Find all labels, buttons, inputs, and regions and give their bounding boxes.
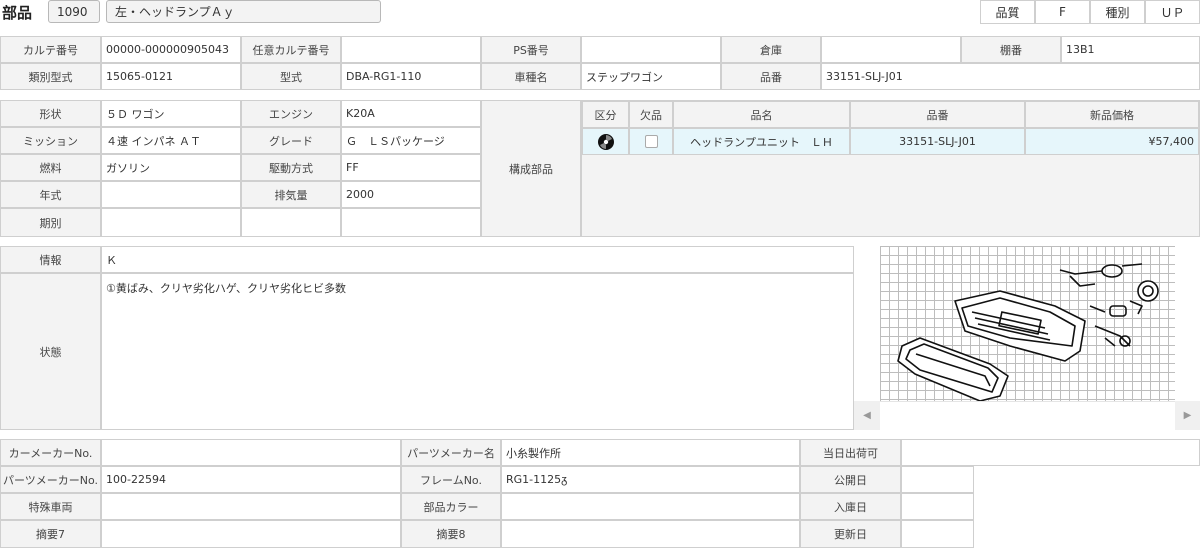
missing-checkbox[interactable]	[644, 135, 658, 148]
image-scroll-right-button[interactable]: ▶	[1175, 401, 1200, 430]
ps-value	[581, 36, 721, 63]
col-price: 新品価格	[1025, 101, 1199, 128]
today-ship-label: 当日出荷可	[800, 439, 901, 466]
shape-label: 形状	[0, 100, 101, 127]
quality-value: F	[1035, 0, 1090, 24]
part-diagram-image[interactable]	[880, 246, 1175, 401]
image-scroll-track[interactable]	[880, 401, 1175, 430]
parts-maker-no-label: パーツメーカーNo.	[0, 466, 101, 493]
displacement-value: 2000	[341, 181, 481, 208]
ruibetsu-value: 15065-0121	[101, 63, 241, 90]
katashiki-label: 型式	[241, 63, 341, 90]
parts-maker-name-value: 小糸製作所	[501, 439, 800, 466]
year-label: 年式	[0, 181, 101, 208]
type-value: ＵＰ	[1145, 0, 1200, 24]
shelf-value: 13B1	[1061, 36, 1200, 63]
displacement-label: 排気量	[241, 181, 341, 208]
year-value	[101, 181, 241, 208]
part-color-label: 部品カラー	[401, 493, 501, 520]
fuel-value: ガソリン	[101, 154, 241, 181]
ruibetsu-label: 類別型式	[0, 63, 101, 90]
headlamp-diagram	[897, 263, 1159, 401]
frame-value: RG1-1125ᵹ	[501, 466, 800, 493]
period-value	[101, 208, 241, 237]
parts-maker-name-label: パーツメーカー名	[401, 439, 501, 466]
period-label: 期別	[0, 208, 101, 237]
page-title: 部品	[2, 4, 33, 22]
warehouse-label: 倉庫	[721, 36, 821, 63]
drive-label: 駆動方式	[241, 154, 341, 181]
hinban-value: 33151-SLJ-J01	[821, 63, 1200, 90]
table-row-number: 33151-SLJ-J01	[850, 128, 1025, 155]
car-value: ステップワゴン	[581, 63, 721, 90]
mission-value: ４速 インパネ ＡＴ	[101, 127, 241, 154]
col-hinmei: 品名	[673, 101, 850, 128]
car-label: 車種名	[481, 63, 581, 90]
shelf-label: 棚番	[961, 36, 1061, 63]
col-hinban: 品番	[850, 101, 1025, 128]
table-row-price: ¥57,400	[1025, 128, 1199, 155]
col-kubun: 区分	[582, 101, 629, 128]
disc-icon	[597, 133, 614, 150]
nini-value	[341, 36, 481, 63]
car-maker-label: カーメーカーNo.	[0, 439, 101, 466]
nini-label: 任意カルテ番号	[241, 36, 341, 63]
info-value: Ｋ	[101, 246, 854, 273]
type-label: 種別	[1090, 0, 1145, 24]
table-row-keppin	[629, 128, 673, 155]
state-value: ①黄ばみ、クリヤ劣化ハゲ、クリヤ劣化ヒビ多数	[101, 273, 854, 430]
shape-value: ５Ｄ ワゴン	[101, 100, 241, 127]
frame-label: フレームNo.	[401, 466, 501, 493]
part-name-field[interactable]: 左・ヘッドランプＡｙ	[106, 0, 381, 23]
ps-label: PS番号	[481, 36, 581, 63]
part-code: 1090	[48, 0, 100, 23]
special-vehicle-label: 特殊車両	[0, 493, 101, 520]
part-color-value	[501, 493, 800, 520]
table-row-kubun	[582, 128, 629, 155]
hinban-label: 品番	[721, 63, 821, 90]
special-vehicle-value	[101, 493, 401, 520]
empty-cell	[241, 208, 341, 237]
public-date-value	[901, 466, 974, 493]
karte-value: 00000-000000905043	[101, 36, 241, 63]
memo8-label: 摘要8	[401, 520, 501, 548]
engine-label: エンジン	[241, 100, 341, 127]
arrival-date-label: 入庫日	[800, 493, 901, 520]
karte-label: カルテ番号	[0, 36, 101, 63]
drive-value: FF	[341, 154, 481, 181]
quality-label: 品質	[980, 0, 1035, 24]
car-maker-value	[101, 439, 401, 466]
memo7-label: 摘要7	[0, 520, 101, 548]
parts-maker-no-value: 100-22594	[101, 466, 401, 493]
arrival-date-value	[901, 493, 974, 520]
components-label: 構成部品	[481, 100, 581, 237]
mission-label: ミッション	[0, 127, 101, 154]
state-label: 状態	[0, 273, 101, 430]
empty-cell	[341, 208, 481, 237]
fuel-label: 燃料	[0, 154, 101, 181]
image-scroll-left-button[interactable]: ◀	[854, 401, 880, 430]
grade-value: Ｇ ＬＳパッケージ	[341, 127, 481, 154]
col-keppin: 欠品	[629, 101, 673, 128]
update-date-value	[901, 520, 974, 548]
update-date-label: 更新日	[800, 520, 901, 548]
grade-label: グレード	[241, 127, 341, 154]
info-label: 情報	[0, 246, 101, 273]
memo7-value	[101, 520, 401, 548]
warehouse-value	[821, 36, 961, 63]
public-date-label: 公開日	[800, 466, 901, 493]
katashiki-value: DBA-RG1-110	[341, 63, 481, 90]
memo8-value	[501, 520, 800, 548]
engine-value: K20A	[341, 100, 481, 127]
today-ship-value	[901, 439, 1200, 466]
table-row-name: ヘッドランプユニット ＬＨ	[673, 128, 850, 155]
